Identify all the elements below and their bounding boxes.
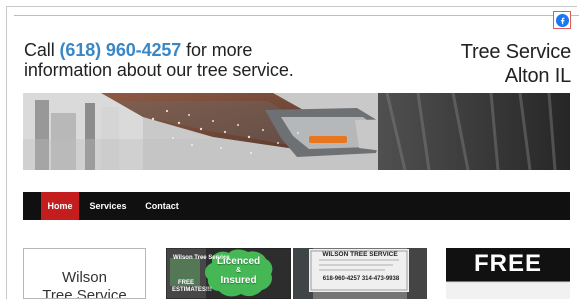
header-title: Tree Service Alton IL bbox=[401, 40, 571, 88]
free-estimate-card[interactable]: FREE bbox=[446, 248, 570, 299]
nav-contact-us[interactable]: Contact Us bbox=[139, 192, 185, 239]
licenced-card-title: Licenced & Insured bbox=[209, 256, 268, 286]
wilson-card-line-2: Tree Service bbox=[42, 287, 127, 299]
main-navigation: Home Services Contact Us bbox=[23, 192, 570, 239]
facebook-link[interactable] bbox=[553, 11, 571, 29]
free-card-title: FREE bbox=[473, 250, 542, 277]
title-line-2: Alton IL bbox=[504, 65, 571, 87]
service-sign-phone: 618-960-4257 314-473-9938 bbox=[322, 276, 400, 282]
call-line-2: information about our tree service. bbox=[24, 60, 294, 80]
call-prefix: Call bbox=[24, 40, 55, 60]
wilson-card[interactable]: Wilson Tree Service bbox=[23, 248, 146, 299]
licenced-card-estimates-text: ESTIMATES!!! bbox=[172, 287, 212, 293]
hero-image bbox=[23, 93, 570, 170]
licenced-insured-card[interactable]: Wilson Tree Service FREE ESTIMATES!!! Li… bbox=[166, 248, 291, 299]
title-line-1: Tree Service bbox=[460, 41, 571, 63]
nav-home[interactable]: Home bbox=[41, 192, 79, 220]
nav-services[interactable]: Services bbox=[87, 192, 129, 220]
wilson-card-line-1: Wilson bbox=[61, 269, 107, 286]
licenced-title-line-1: Licenced bbox=[216, 256, 261, 267]
facebook-icon bbox=[555, 13, 569, 27]
licenced-card-free-text: FREE bbox=[178, 280, 195, 286]
top-divider bbox=[14, 15, 579, 16]
header-phone-cta: Call (618) 960-4257 for more information… bbox=[24, 40, 324, 80]
licenced-title-line-2: & bbox=[235, 267, 242, 274]
licenced-title-line-3: Insured bbox=[220, 275, 257, 286]
service-sign-title: WILSON TREE SERVICE bbox=[322, 251, 398, 258]
phone-link[interactable]: (618) 960-4257 bbox=[60, 40, 182, 60]
call-suffix-line-1: for more bbox=[186, 40, 253, 60]
service-sign-card[interactable]: WILSON TREE SERVICE 618-960-4257 314-473… bbox=[293, 248, 427, 299]
